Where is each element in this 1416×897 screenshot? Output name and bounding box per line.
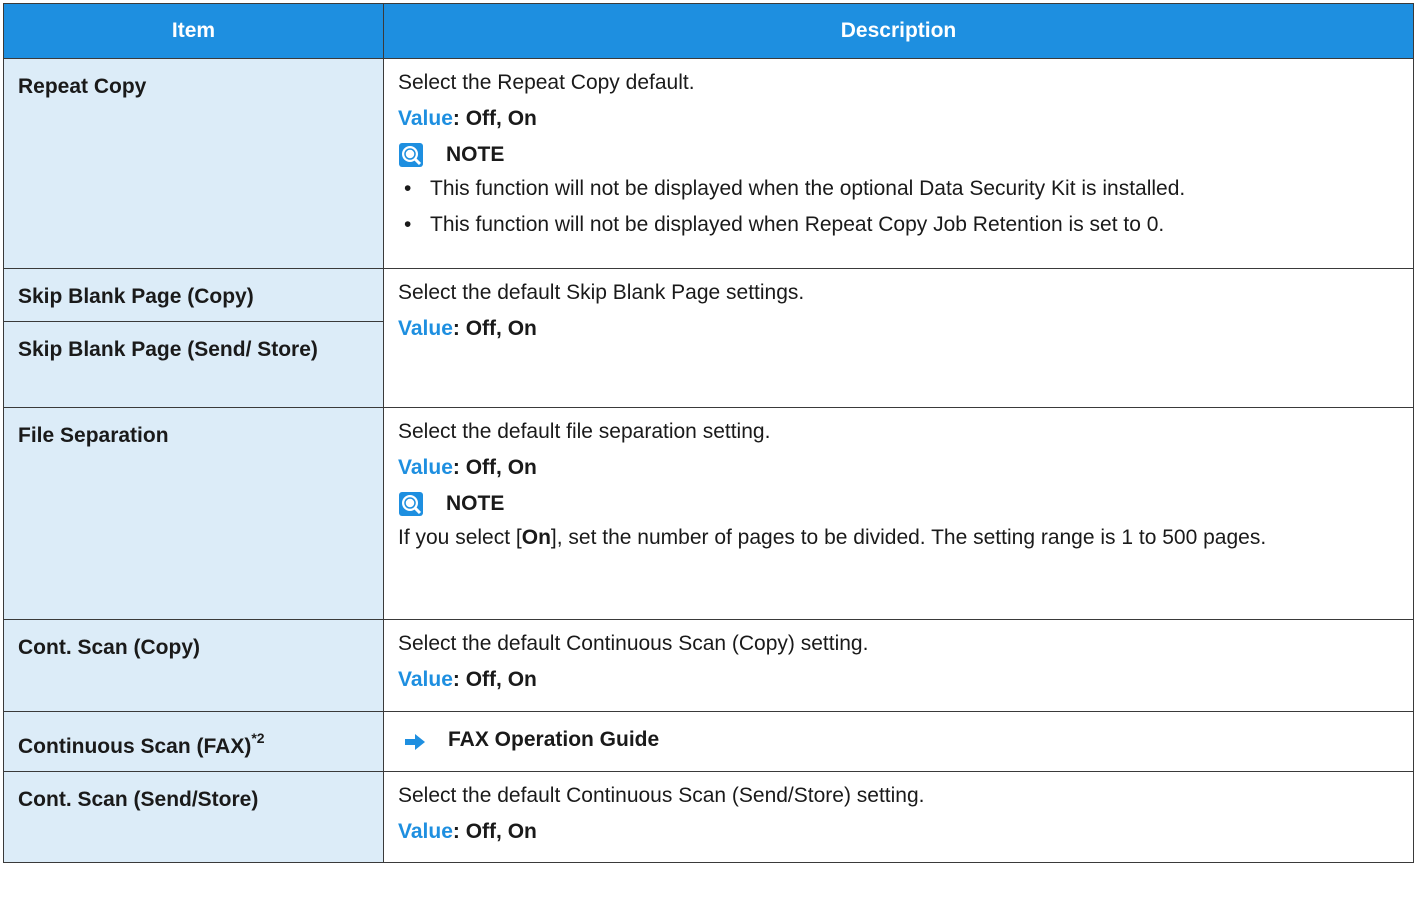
value-label: Value (398, 456, 453, 479)
note-text-pre: If you select [ (398, 526, 522, 549)
note-header: NOTE (398, 141, 1401, 169)
item-cont-scan-send: Cont. Scan (Send/Store) (3, 771, 384, 863)
value-label: Value (398, 107, 453, 130)
note-text: If you select [On], set the number of pa… (398, 524, 1401, 552)
value-line: Value: Off, On (398, 454, 1401, 482)
value-text: : Off, On (452, 317, 537, 340)
value-line: Value: Off, On (398, 666, 1401, 694)
desc-cont-scan-fax: FAX Operation Guide (383, 711, 1414, 772)
value-text: : Off, On (452, 668, 537, 691)
description-text: Select the Repeat Copy default. (398, 71, 695, 94)
reference-link[interactable]: FAX Operation Guide (398, 726, 1401, 754)
note-bullet-text: This function will not be displayed when… (430, 177, 1186, 200)
value-line: Value: Off, On (398, 818, 1401, 846)
description-text: Select the default Skip Blank Page setti… (398, 281, 805, 304)
arrow-right-icon (404, 731, 426, 750)
item-cont-scan-fax: Continuous Scan (FAX)*2 (3, 711, 384, 772)
table-row: Cont. Scan (Copy) Select the default Con… (3, 619, 1414, 712)
table-row: Repeat Copy Select the Repeat Copy defau… (3, 58, 1414, 269)
reference-text: FAX Operation Guide (448, 728, 660, 751)
item-label: Continuous Scan (FAX) (18, 735, 252, 758)
value-label: Value (398, 820, 453, 843)
desc-cont-scan-send: Select the default Continuous Scan (Send… (383, 771, 1414, 863)
value-label: Value (398, 668, 453, 691)
value-text: : Off, On (452, 820, 537, 843)
header-item: Item (3, 3, 384, 59)
settings-table: Item Description Repeat Copy Select the … (3, 3, 1414, 863)
table-row: Cont. Scan (Send/Store) Select the defau… (3, 771, 1414, 863)
note-list: • This function will not be displayed whe… (398, 175, 1401, 239)
note-header: NOTE (398, 490, 1401, 518)
item-skip-blank-copy: Skip Blank Page (Copy) (3, 268, 384, 322)
value-text: : Off, On (452, 456, 537, 479)
note-icon (398, 491, 424, 517)
table-row: Skip Blank Page (Copy) Select the defaul… (3, 268, 1414, 408)
value-text: : Off, On (452, 107, 537, 130)
note-icon (398, 142, 424, 168)
value-label: Value (398, 317, 453, 340)
table-row: File Separation Select the default file … (3, 407, 1414, 620)
item-repeat-copy: Repeat Copy (3, 58, 384, 269)
item-skip-blank-send: Skip Blank Page (Send/ Store) (3, 321, 384, 408)
description-text: Select the default file separation setti… (398, 420, 771, 443)
value-line: Value: Off, On (398, 315, 1401, 343)
header-description: Description (383, 3, 1414, 59)
desc-cont-scan-copy: Select the default Continuous Scan (Copy… (383, 619, 1414, 712)
note-text-bold: On (521, 526, 551, 549)
note-title: NOTE (446, 492, 505, 515)
item-cont-scan-copy: Cont. Scan (Copy) (3, 619, 384, 712)
list-item: • This function will not be displayed whe… (398, 175, 1401, 203)
note-text-post: ], set the number of pages to be divided… (550, 526, 1267, 549)
table-header-row: Item Description (3, 3, 1414, 59)
item-file-separation: File Separation (3, 407, 384, 620)
table-row: Continuous Scan (FAX)*2 FAX Operation Gu… (3, 711, 1414, 772)
desc-repeat-copy: Select the Repeat Copy default. Value: O… (383, 58, 1414, 269)
desc-skip-blank: Select the default Skip Blank Page setti… (383, 268, 1414, 408)
list-item: • This function will not be displayed whe… (398, 211, 1401, 239)
desc-file-separation: Select the default file separation setti… (383, 407, 1414, 620)
value-line: Value: Off, On (398, 105, 1401, 133)
description-text: Select the default Continuous Scan (Send… (398, 784, 925, 807)
note-bullet-text: This function will not be displayed when… (430, 213, 1165, 236)
note-title: NOTE (446, 143, 505, 166)
footnote-marker: *2 (251, 730, 265, 746)
description-text: Select the default Continuous Scan (Copy… (398, 632, 869, 655)
